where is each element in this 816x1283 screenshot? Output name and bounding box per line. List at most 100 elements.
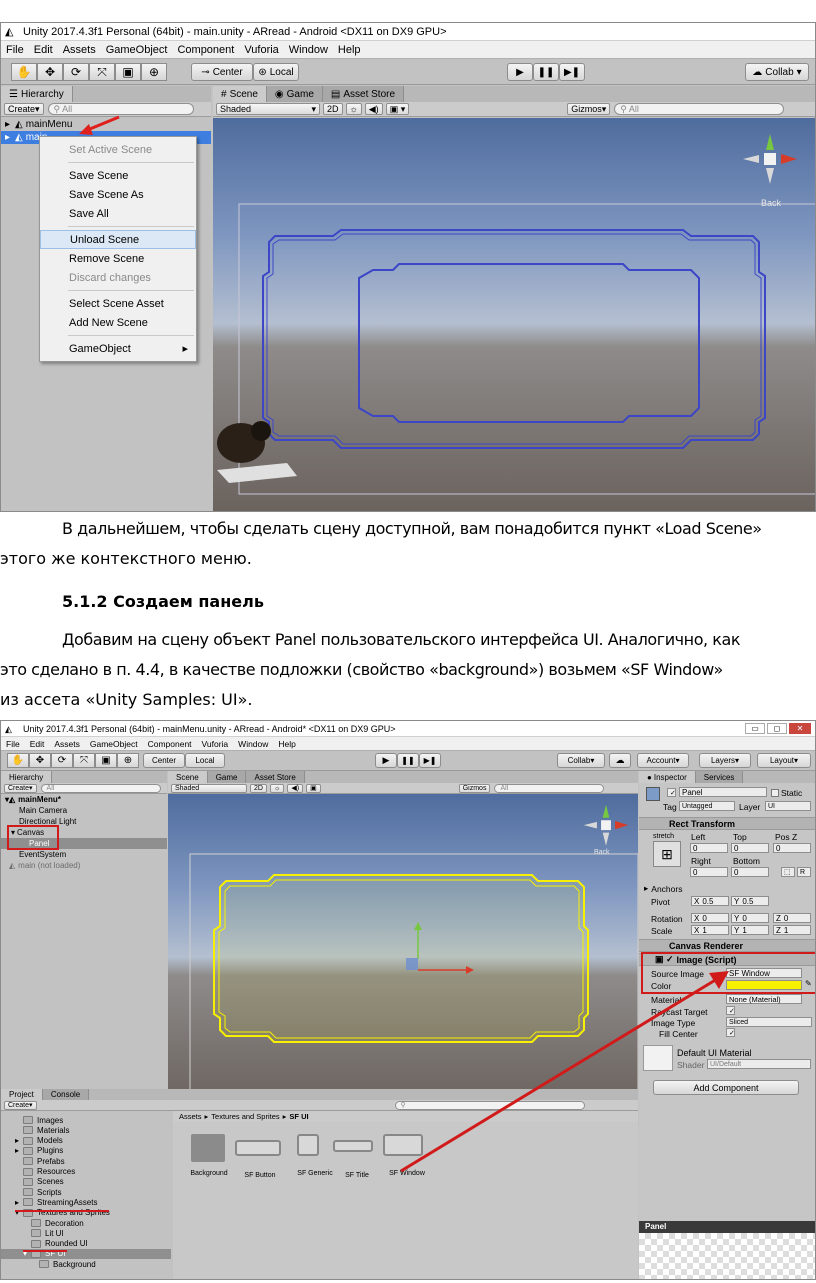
- hand-tool-icon[interactable]: ✋: [7, 753, 29, 768]
- left-field[interactable]: 0: [690, 843, 728, 853]
- scale-z-field[interactable]: Z 1: [773, 925, 811, 935]
- scene-search-input[interactable]: ⚲ All: [614, 103, 785, 115]
- step-button[interactable]: ▶❚: [559, 63, 585, 81]
- rect-tool-icon[interactable]: ▣: [95, 753, 117, 768]
- blueprint-mode-button[interactable]: ⬚: [781, 867, 795, 877]
- cloud-icon[interactable]: ☁: [609, 753, 631, 768]
- material-field[interactable]: None (Material): [726, 994, 802, 1004]
- active-checkbox[interactable]: ✓: [667, 788, 676, 797]
- transform-tool-icon[interactable]: ⊕: [141, 63, 167, 81]
- tab-scene[interactable]: Scene: [168, 771, 208, 783]
- menu-window[interactable]: Window: [233, 739, 273, 749]
- menu-edit[interactable]: Edit: [25, 739, 50, 749]
- play-button[interactable]: ▶: [507, 63, 533, 81]
- pivot-local-button[interactable]: ⊛ Local: [253, 63, 299, 81]
- project-folder-item[interactable]: ▸ StreamingAssets: [15, 1197, 97, 1207]
- project-folder-item[interactable]: Scenes: [15, 1177, 64, 1187]
- posz-field[interactable]: 0: [773, 843, 811, 853]
- pause-button[interactable]: ❚❚: [397, 753, 419, 768]
- asset-sf-generic[interactable]: SF Generic: [291, 1134, 339, 1177]
- rotation-x-field[interactable]: X 0: [691, 913, 729, 923]
- tab-asset-store[interactable]: ▤ Asset Store: [322, 86, 405, 102]
- project-folder-item[interactable]: Background: [31, 1259, 96, 1269]
- add-component-button[interactable]: Add Component: [653, 1080, 799, 1095]
- anchors-foldout[interactable]: ▸ Anchors: [644, 883, 682, 894]
- name-field[interactable]: Panel: [679, 787, 767, 797]
- project-folder-item[interactable]: Images: [15, 1115, 63, 1125]
- lighting-icon[interactable]: ☼: [345, 103, 362, 115]
- scale-tool-icon[interactable]: ⤧: [73, 753, 95, 768]
- move-handle-center[interactable]: [406, 958, 418, 970]
- scale-x-field[interactable]: X 1: [691, 925, 729, 935]
- scene-search-input[interactable]: All: [494, 783, 605, 793]
- move-tool-icon[interactable]: ✥: [37, 63, 63, 81]
- menu-file[interactable]: File: [1, 739, 25, 749]
- audio-icon[interactable]: ◀): [364, 103, 383, 115]
- menu-window[interactable]: Window: [284, 44, 333, 56]
- tab-game[interactable]: Game: [207, 771, 247, 783]
- step-button[interactable]: ▶❚: [419, 753, 441, 768]
- project-folder-item[interactable]: ▾ SF UI: [1, 1248, 171, 1259]
- hand-tool-icon[interactable]: ✋: [11, 63, 37, 81]
- tab-inspector[interactable]: ● Inspector: [639, 771, 696, 783]
- orientation-gizmo-icon[interactable]: [582, 798, 630, 854]
- asset-sf-button[interactable]: SF Button: [235, 1140, 285, 1179]
- collab-button[interactable]: ☁ Collab ▾: [745, 63, 809, 81]
- hierarchy-item-main-unloaded[interactable]: ◭ main (not loaded): [9, 860, 80, 871]
- tab-game[interactable]: ◉ Game: [266, 86, 323, 102]
- collab-button[interactable]: Collab ▾: [557, 753, 605, 768]
- tab-services[interactable]: Services: [695, 771, 744, 783]
- project-folder-item[interactable]: ▾ Textures and Sprites: [15, 1208, 110, 1218]
- audio-icon[interactable]: ◀): [287, 783, 304, 793]
- create-button[interactable]: Create ▾: [4, 103, 44, 115]
- rotate-tool-icon[interactable]: ⟳: [63, 63, 89, 81]
- lighting-icon[interactable]: ☼: [269, 783, 285, 793]
- effects-icon[interactable]: ▣: [306, 783, 321, 793]
- tab-asset-store[interactable]: Asset Store: [246, 771, 305, 783]
- rect-tool-icon[interactable]: ▣: [115, 63, 141, 81]
- menu-assets[interactable]: Assets: [49, 739, 85, 749]
- pivot-center-button[interactable]: ⊸ Center: [191, 63, 253, 81]
- rotate-tool-icon[interactable]: ⟳: [51, 753, 73, 768]
- menu-file[interactable]: File: [1, 44, 29, 56]
- close-button[interactable]: ✕: [789, 723, 811, 734]
- hierarchy-item-eventsystem[interactable]: EventSystem: [19, 849, 66, 860]
- menu-component[interactable]: Component: [172, 44, 239, 56]
- scale-tool-icon[interactable]: ⤧: [89, 63, 115, 81]
- menu-component[interactable]: Component: [143, 739, 197, 749]
- shading-mode-dropdown[interactable]: Shaded ▾: [216, 103, 320, 115]
- tab-hierarchy[interactable]: Hierarchy: [1, 771, 53, 783]
- pivot-y-field[interactable]: Y 0.5: [731, 896, 769, 906]
- scale-y-field[interactable]: Y 1: [731, 925, 769, 935]
- hierarchy-item-main-camera[interactable]: Main Camera: [19, 805, 67, 816]
- project-folder-item[interactable]: Scripts: [15, 1187, 61, 1197]
- scene-view[interactable]: Back: [213, 118, 815, 511]
- layers-dropdown[interactable]: Layers ▾: [699, 753, 751, 768]
- project-create-button[interactable]: Create ▾: [4, 1100, 37, 1110]
- image-type-dropdown[interactable]: Sliced: [726, 1017, 812, 1027]
- hierarchy-item-mainmenu[interactable]: ▾◭ mainMenu*: [5, 794, 61, 805]
- raycast-checkbox[interactable]: ✓: [726, 1006, 735, 1015]
- create-button[interactable]: Create ▾: [4, 783, 37, 793]
- shading-mode-dropdown[interactable]: Shaded: [171, 783, 247, 793]
- project-folder-item[interactable]: Lit UI: [23, 1228, 64, 1238]
- project-folder-item[interactable]: ▸ Models: [15, 1136, 63, 1146]
- project-folder-item[interactable]: ▸ Plugins: [15, 1146, 63, 1156]
- static-toggle[interactable]: Static: [771, 787, 802, 798]
- pivot-center-button[interactable]: Center: [143, 753, 185, 768]
- raw-edit-button[interactable]: R: [797, 867, 811, 877]
- 2d-toggle[interactable]: 2D: [323, 103, 343, 115]
- context-menu-item[interactable]: Save All: [40, 204, 196, 223]
- menu-vuforia[interactable]: Vuforia: [197, 739, 234, 749]
- project-folder-item[interactable]: Resources: [15, 1167, 75, 1177]
- gizmos-dropdown[interactable]: Gizmos ▾: [567, 103, 611, 115]
- transform-tool-icon[interactable]: ⊕: [117, 753, 139, 768]
- menu-edit[interactable]: Edit: [29, 44, 58, 56]
- minimize-button[interactable]: ▭: [745, 723, 765, 734]
- tab-console[interactable]: Console: [42, 1089, 90, 1100]
- project-folder-item[interactable]: Rounded UI: [23, 1239, 88, 1249]
- layout-dropdown[interactable]: Layout ▾: [757, 753, 811, 768]
- top-field[interactable]: 0: [731, 843, 769, 853]
- menu-gameobject[interactable]: GameObject: [85, 739, 143, 749]
- project-folder-item[interactable]: Materials: [15, 1125, 69, 1135]
